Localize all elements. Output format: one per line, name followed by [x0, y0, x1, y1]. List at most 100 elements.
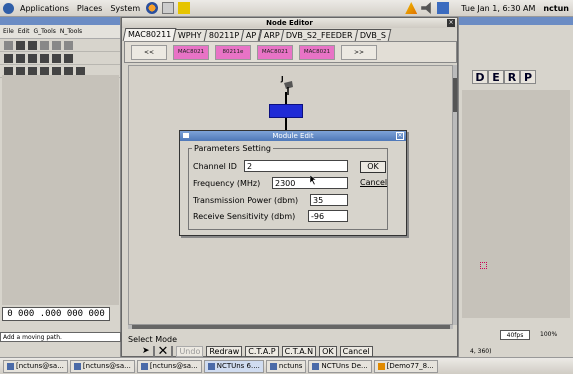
- folder-icon: [269, 362, 277, 370]
- warning-icon[interactable]: [405, 2, 418, 14]
- ctan-button[interactable]: C.T.A.N: [281, 345, 317, 357]
- square-tool-icon[interactable]: [16, 40, 25, 50]
- pencil-tool-icon[interactable]: [40, 40, 49, 50]
- menu-n-tools[interactable]: N_Tools: [60, 28, 82, 35]
- ctap-button[interactable]: C.T.A.P: [245, 345, 279, 357]
- tab-mac80211[interactable]: MAC80211: [122, 28, 177, 41]
- right-coordinates: 4, 360): [470, 348, 492, 355]
- edit-icon[interactable]: [178, 2, 191, 14]
- node-label: J: [280, 75, 284, 83]
- channel-id-input[interactable]: [244, 160, 348, 172]
- taskbar: [nctuns@sa... [nctuns@sa... [nctuns@sa..…: [0, 357, 573, 374]
- left-menubar: Eile Edit G_Tools N_Tools: [0, 25, 120, 39]
- task-demo77[interactable]: [Demo77_8...: [373, 359, 438, 373]
- window-menu-icon[interactable]: [183, 133, 189, 138]
- module-edit-dialog: Module Edit × Parameters Setting Channel…: [179, 130, 407, 236]
- volume-icon[interactable]: [421, 2, 431, 14]
- menu-applications[interactable]: Applications: [16, 4, 73, 13]
- tab-80211p[interactable]: 80211P: [203, 29, 245, 41]
- mode-play-button[interactable]: P: [520, 70, 536, 84]
- node-tool-icon-5[interactable]: [52, 53, 61, 63]
- pointer-icon[interactable]: ➤: [142, 346, 150, 356]
- horizontal-scroll-thumb[interactable]: [132, 325, 450, 329]
- channel-id-label: Channel ID: [193, 162, 237, 171]
- antenna-icon[interactable]: J: [280, 73, 294, 95]
- window-icon: [207, 362, 215, 370]
- module-palette: << MAC8021 80211e MAC8021 MAC8021 >>: [124, 41, 457, 63]
- clock[interactable]: Tue Jan 1, 6:30 AM: [457, 4, 539, 13]
- close-icon[interactable]: ×: [447, 19, 455, 27]
- frequency-label: Frequency (MHz): [193, 179, 261, 188]
- mode-edit-button[interactable]: E: [488, 70, 504, 84]
- prev-modules-button[interactable]: <<: [131, 44, 167, 60]
- redraw-button[interactable]: Redraw: [206, 345, 243, 357]
- select-mode-label: Select Mode: [128, 335, 178, 344]
- menu-edit[interactable]: Edit: [18, 28, 30, 35]
- editor-ok-button[interactable]: OK: [319, 345, 337, 357]
- terminal-icon: [73, 362, 81, 370]
- node-tool-icon-3[interactable]: [28, 53, 37, 63]
- transmission-power-input[interactable]: [310, 194, 348, 206]
- node-tool-icon-4[interactable]: [40, 53, 49, 63]
- cancel-button[interactable]: Cancel: [360, 177, 387, 189]
- toolbar-row-2: [0, 52, 120, 65]
- node-marker[interactable]: [480, 262, 487, 269]
- module-button-2[interactable]: 80211e: [215, 44, 251, 60]
- menu-file[interactable]: Eile: [3, 28, 14, 35]
- zoom-percent: 100%: [540, 331, 558, 338]
- parameters-group-title: Parameters Setting: [192, 144, 273, 153]
- toolbar-row-1: [0, 39, 120, 52]
- menu-g-tools[interactable]: G_Tools: [33, 28, 55, 35]
- module-button-4[interactable]: MAC8021: [299, 44, 335, 60]
- network-icon[interactable]: [437, 2, 450, 14]
- undo-tool-icon[interactable]: [52, 40, 61, 50]
- node-tool-icon-6[interactable]: [64, 53, 73, 63]
- tab-dvb-s[interactable]: DVB_S: [354, 29, 392, 41]
- gnome-foot-icon[interactable]: [3, 2, 14, 14]
- task-terminal-3[interactable]: [nctuns@sa...: [136, 359, 202, 373]
- top-panel: Applications Places System Tue Jan 1, 6:…: [0, 0, 573, 17]
- task-terminal-2[interactable]: [nctuns@sa...: [69, 359, 135, 373]
- line-tool-icon[interactable]: [64, 40, 73, 50]
- firefox-icon[interactable]: [146, 2, 159, 14]
- task-terminal-1[interactable]: [nctuns@sa...: [3, 359, 68, 373]
- module-edit-title: Module Edit: [180, 131, 406, 141]
- task-nctuns-6[interactable]: NCTUns 6....: [203, 359, 264, 373]
- right-canvas[interactable]: [462, 90, 570, 318]
- vertical-scroll-thumb[interactable]: [453, 78, 457, 112]
- mode-draw-button[interactable]: D: [472, 70, 488, 84]
- menu-places[interactable]: Places: [73, 4, 106, 13]
- wphy-module-block[interactable]: [269, 104, 303, 118]
- tab-wphy[interactable]: WPHY: [173, 29, 208, 41]
- module-button-3[interactable]: MAC8021: [257, 44, 293, 60]
- next-modules-button[interactable]: >>: [341, 44, 377, 60]
- mail-icon[interactable]: [162, 2, 175, 14]
- text-tool-icon[interactable]: [28, 40, 37, 50]
- close-icon[interactable]: ×: [396, 132, 404, 140]
- module-button-1[interactable]: MAC8021: [173, 44, 209, 60]
- right-window-titlebar: [459, 17, 573, 25]
- pointer-tool-icon[interactable]: [4, 40, 13, 50]
- task-nctuns-folder[interactable]: nctuns: [265, 359, 307, 373]
- editor-cancel-button[interactable]: Cancel: [339, 345, 373, 357]
- mode-run-button[interactable]: R: [504, 70, 520, 84]
- menu-system[interactable]: System: [106, 4, 144, 13]
- node-tool-icon-2[interactable]: [16, 53, 25, 63]
- speed-field[interactable]: 40fps: [500, 330, 530, 340]
- task-nctuns-designer[interactable]: NCTUns De...: [308, 359, 372, 373]
- node-editor-title: Node Editor: [122, 18, 457, 28]
- separator: [171, 345, 174, 357]
- mode-buttons: D E R P: [472, 70, 552, 84]
- user-name[interactable]: nctun: [539, 4, 573, 13]
- node-tool-icon-1[interactable]: [4, 53, 13, 63]
- warning-icon: [377, 362, 385, 370]
- terminal-icon: [140, 362, 148, 370]
- receive-sensitivity-input[interactable]: [308, 210, 348, 222]
- left-canvas[interactable]: [2, 75, 119, 305]
- transmission-power-label: Transmission Power (dbm): [193, 196, 299, 205]
- undo-button[interactable]: Undo: [176, 345, 204, 357]
- tab-dvb-s2-feeder[interactable]: DVB_S2_FEEDER: [281, 29, 359, 41]
- window-icon: [312, 362, 320, 370]
- ok-button[interactable]: OK: [360, 161, 386, 173]
- editor-bottom-toolbar: ➤ ✕ Undo Redraw C.T.A.P C.T.A.N OK Cance…: [124, 344, 457, 359]
